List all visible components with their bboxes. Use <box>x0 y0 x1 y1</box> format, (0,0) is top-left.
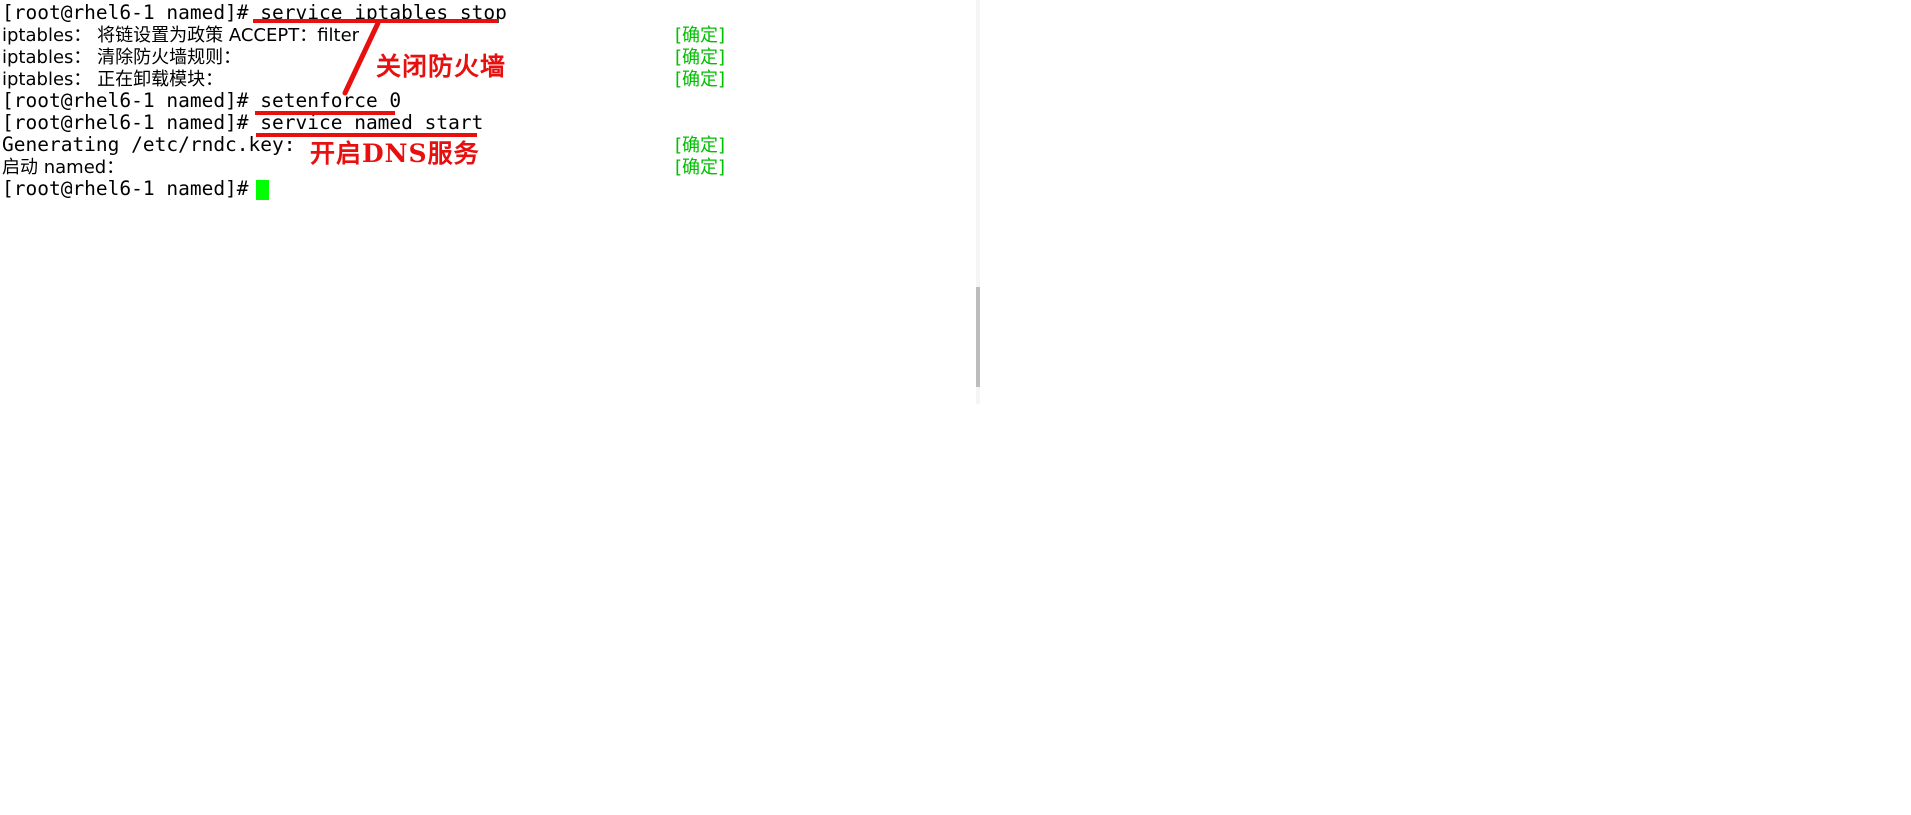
terminal-line-command: [root@rhel6-1 named]# service named star… <box>2 111 484 134</box>
terminal-line-output: 启动 named： <box>2 156 124 178</box>
status-badge: [确定] <box>675 25 726 46</box>
terminal-line-output-text: iptables： 清除防火墙规则： <box>2 47 242 68</box>
terminal-line-output-text: 启动 named： <box>2 157 125 178</box>
status-badge: [确定] <box>675 135 726 156</box>
terminal-cursor <box>256 180 269 200</box>
terminal-line-command: [root@rhel6-1 named]# service iptables s… <box>2 1 507 24</box>
terminal-line-output: iptables： 将链设置为政策 ACCEPT：filter <box>2 24 359 46</box>
terminal-line-command: [root@rhel6-1 named]# setenforce 0 <box>2 89 402 112</box>
status-badge: [确定] <box>675 69 726 90</box>
terminal-line-output-text: iptables： 正在卸载模块： <box>2 69 224 90</box>
terminal-line-output: Generating /etc/rndc.key: <box>2 133 296 156</box>
terminal-transcript[interactable]: [root@rhel6-1 named]# service iptables s… <box>0 0 980 815</box>
terminal-line-output-text: iptables： 将链设置为政策 ACCEPT：filter <box>2 25 360 46</box>
terminal-line-output: iptables： 清除防火墙规则： <box>2 46 241 68</box>
terminal-line-prompt: [root@rhel6-1 named]# <box>2 177 261 200</box>
status-badge: [确定] <box>675 47 726 68</box>
terminal-line-output: iptables： 正在卸载模块： <box>2 68 223 90</box>
status-badge: [确定] <box>675 157 726 178</box>
scrollbar-thumb[interactable] <box>976 287 980 387</box>
